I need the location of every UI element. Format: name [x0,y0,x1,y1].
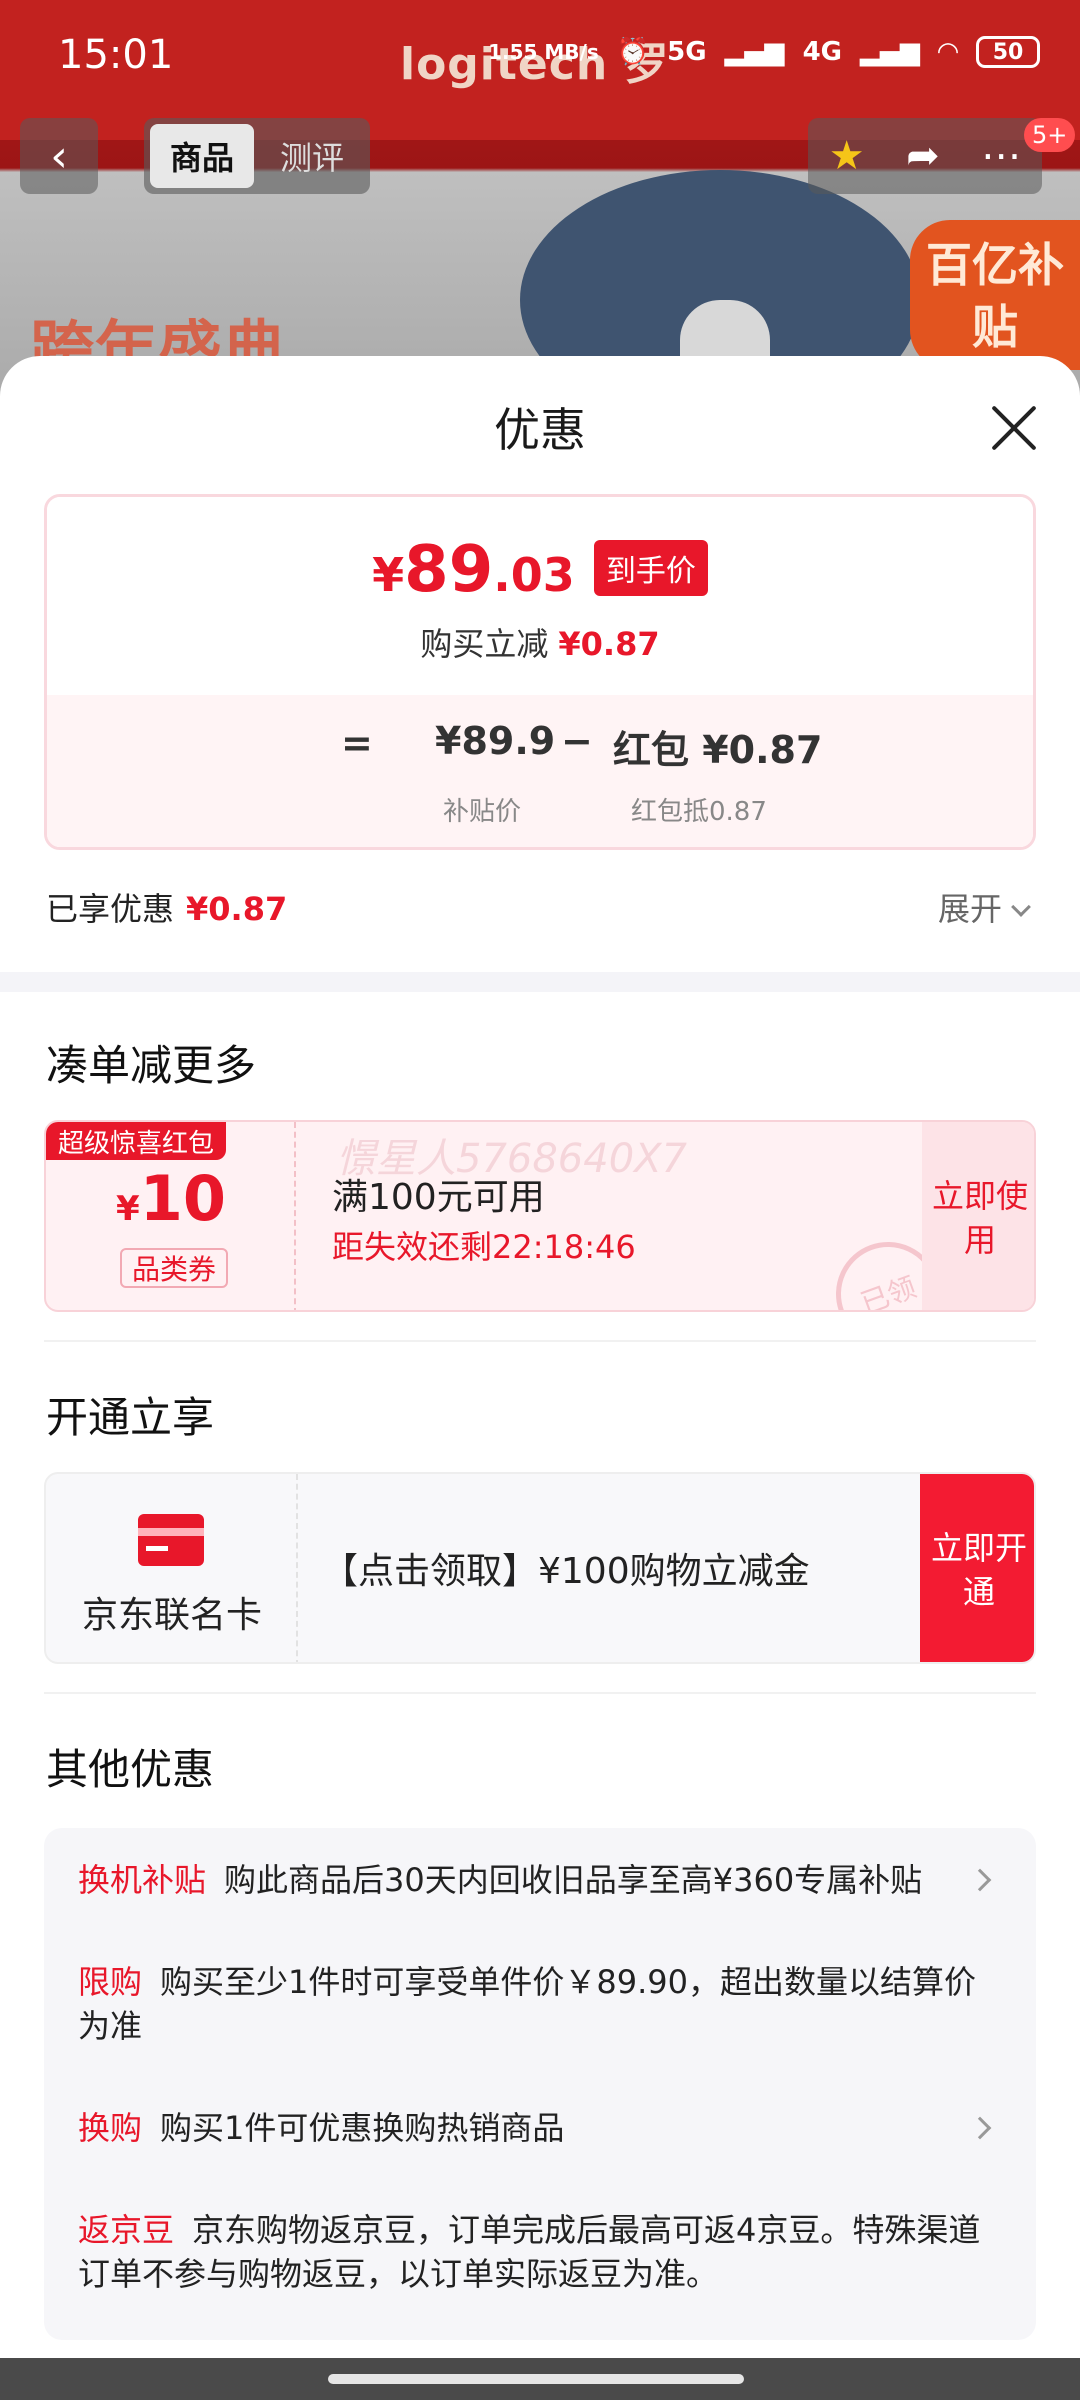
price-breakdown: = ¥89.9 − 红包 ¥0.87 补贴价 红包抵0.87 [47,695,1033,847]
expand-button[interactable]: 展开 [938,884,1031,930]
offer-tag: 限购 [78,1963,143,2001]
card-name: 京东联名卡 [81,1595,262,1636]
offer-jingdou: 返京豆 京东购物返京豆，订单完成后最高可返4京豆。特殊渠道订单不参与购物返豆，以订… [78,2208,1002,2296]
signal-5g: 5G [667,37,707,67]
coupon-card[interactable]: 超级惊喜红包 ¥10 品类券 憬星人5768640X7 满100元可用 距失效还… [44,1120,1036,1312]
more-icon[interactable]: ⋯ [981,133,1021,179]
coupon-amount-value: 10 [139,1162,226,1235]
section-title-others: 其他优惠 [46,1745,215,1794]
chevron-down-icon [1011,897,1031,917]
other-offers-list: 换机补贴 购此商品后30天内回收旧品享至高¥360专属补贴 限购 购买至少1件时可享… [44,1828,1036,2340]
signal-icon-2: ▂▄▆ [860,37,920,67]
home-indicator[interactable] [328,2374,744,2384]
open-now-button[interactable]: 立即开通 [920,1474,1034,1662]
currency-symbol: ¥ [372,548,405,602]
instant-reduction: 购买立减 ¥0.87 [47,619,1033,665]
coupon-amount: ¥10 [46,1162,296,1235]
offer-tag: 换机补贴 [78,1861,207,1899]
card-offer-desc: 【点击领取】¥100购物立减金 [322,1551,810,1592]
status-icons: 1.55 MB/s ⏰ 5G ▂▄▆ 4G ▂▄▆ ◠ 50 [488,36,1040,68]
expand-label: 展开 [938,890,1003,928]
divider [44,1692,1036,1694]
coupon-condition: 满100元可用 [332,1177,545,1218]
final-price: ¥ 89 .03 [372,533,575,607]
section-divider [0,972,1080,992]
wifi-icon: ◠ [938,37,958,67]
offer-tag: 返京豆 [78,2211,175,2249]
message-count-badge: 5+ [1024,118,1076,152]
sheet-title: 优惠 [494,403,586,457]
redpacket-price: 红包 ¥0.87 [613,728,823,772]
equals-sign: = [341,721,373,765]
offer-text: 购买1件可优惠换购热销商品 [160,2109,565,2147]
offer-text: 购此商品后30天内回收旧品享至高¥360专属补贴 [224,1861,923,1899]
subsidy-price: ¥89.9 [435,719,556,763]
signal-4g: 4G [802,37,842,67]
offer-tag: 换购 [78,2109,143,2147]
coupon-currency: ¥ [116,1189,140,1229]
favorite-star-icon[interactable]: ★ [829,133,865,179]
chevron-right-icon [968,2116,992,2140]
coupon-value-area: 超级惊喜红包 ¥10 品类券 [46,1122,296,1310]
tab-product[interactable]: 商品 [150,124,254,188]
net-speed: 1.55 MB/s [488,40,599,64]
battery-icon: 50 [976,36,1040,68]
section-title-more: 凑单减更多 [46,1041,257,1090]
chevron-right-icon [968,1868,992,1892]
offer-purchase-limit: 限购 购买至少1件时可享受单件价￥89.90，超出数量以结算价为准 [78,1960,1002,2048]
back-button[interactable]: ‹ [20,118,98,194]
offer-text: 购买至少1件时可享受单件价￥89.90，超出数量以结算价为准 [78,1963,976,2045]
reduction-label: 购买立减 [420,625,549,663]
credit-card-icon [138,1514,204,1566]
alarm-off-icon: ⏰ [616,37,650,67]
enjoyed-amount: ¥0.87 [186,890,288,928]
chevron-left-icon: ‹ [50,130,68,182]
price-card: ¥ 89 .03 到手价 购买立减 ¥0.87 = ¥89.9 − 红包 ¥0.8… [44,494,1036,850]
tab-switcher: 商品 测评 [144,118,370,194]
status-time: 15:01 [58,32,174,78]
status-bar: 15:01 1.55 MB/s ⏰ 5G ▂▄▆ 4G ▂▄▆ ◠ 50 [0,0,1080,110]
final-price-tag: 到手价 [593,540,708,596]
minus-sign: − [561,719,593,763]
redpacket-label: 红包抵0.87 [631,797,767,827]
top-nav: ‹ 商品 测评 ★ ➦ ⋯ 5+ [0,118,1080,194]
section-title-open: 开通立享 [46,1393,215,1442]
divider [44,1340,1036,1342]
system-nav-bar [0,2358,1080,2400]
price-summary: ¥ 89 .03 到手价 购买立减 ¥0.87 [47,497,1033,695]
cobrand-card-offer[interactable]: 京东联名卡 【点击领取】¥100购物立减金 立即开通 [44,1472,1036,1664]
coupon-timer: 距失效还剩22:18:46 [332,1228,636,1266]
coupon-badge: 超级惊喜红包 [46,1122,227,1160]
signal-icon: ▂▄▆ [724,37,785,67]
coupon-category-tag: 品类券 [120,1248,229,1288]
final-price-decimal: .03 [493,548,575,602]
header-actions: ★ ➦ ⋯ [808,118,1042,194]
offer-trade-in[interactable]: 换机补贴 购此商品后30天内回收旧品享至高¥360专属补贴 [78,1858,1002,1902]
final-price-integer: 89 [404,533,494,607]
enjoyed-discount: 已享优惠 ¥0.87 [46,884,287,930]
tab-review[interactable]: 测评 [260,124,364,188]
close-icon[interactable] [986,400,1042,456]
share-icon[interactable]: ➦ [906,133,940,179]
discount-sheet: 优惠 ¥ 89 .03 到手价 购买立减 ¥0.87 = ¥89.9 − 红包 ¥… [0,356,1080,2400]
offer-exchange[interactable]: 换购 购买1件可优惠换购热销商品 [78,2106,1002,2150]
card-info: 京东联名卡 [46,1474,298,1662]
subsidy-badge: 百亿补贴 [910,220,1080,370]
use-now-button[interactable]: 立即使用 [922,1122,1034,1310]
offer-text: 京东购物返京豆，订单完成后最高可返4京豆。特殊渠道订单不参与购物返豆，以订单实际… [78,2211,981,2293]
reduction-amount: ¥0.87 [558,625,660,663]
enjoyed-label: 已享优惠 [46,890,175,928]
subsidy-price-label: 补贴价 [443,797,522,827]
